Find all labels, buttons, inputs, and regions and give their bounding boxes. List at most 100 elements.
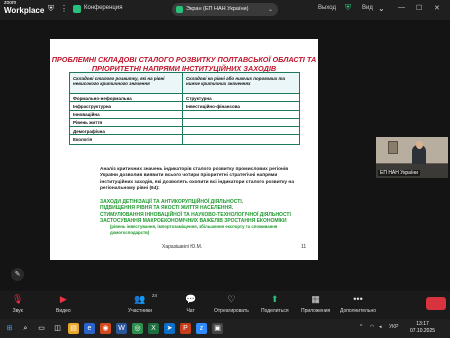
view-button[interactable]: Вид <box>362 5 373 11</box>
table-cell: Демографічна <box>70 127 183 135</box>
measure-note: (рівень інвестування, імпортозаміщення, … <box>110 224 278 236</box>
screen-share-indicator[interactable]: Экран (ЕП НАН України) ⌄ <box>172 3 278 16</box>
share-label: Экран (ЕП НАН України) <box>186 6 249 12</box>
table-cell: Екологія <box>70 135 183 144</box>
more-button[interactable]: ••• Дополнительно <box>340 293 376 314</box>
participants-label: Участники <box>128 308 152 314</box>
table-row: Формально-неформальна Структурна <box>70 94 299 103</box>
telegram-icon[interactable]: ➤ <box>164 323 175 334</box>
participant-video-tile[interactable]: ЕП НАН України <box>376 137 448 178</box>
clock[interactable]: 13:17 07.10.2025 <box>410 321 435 335</box>
share-screen-label: Поделиться <box>261 308 289 314</box>
conference-icon[interactable] <box>73 5 81 13</box>
edge-icon[interactable]: e <box>84 323 95 334</box>
react-label: Отреагировать <box>214 308 249 314</box>
zoom-logo: zoom Workplace <box>4 1 44 15</box>
table-header-cell: Складові сталого розвитку, які на рівні … <box>70 73 183 93</box>
chrome-icon[interactable]: ◎ <box>132 323 143 334</box>
participants-button[interactable]: 👥 24 Участники <box>128 293 157 314</box>
heart-icon: ♡ <box>227 294 236 304</box>
share-screen-button[interactable]: ⬆ Поделиться <box>261 293 289 314</box>
share-screen-icon: ⬆ <box>271 294 279 304</box>
table-cell: Інноваційна <box>70 110 183 118</box>
network-icon[interactable]: ◠ <box>370 324 374 330</box>
conference-menu[interactable]: Конференция <box>84 5 122 11</box>
app-icon[interactable]: ▣ <box>212 323 223 334</box>
windows-taskbar: ⊞ ⌕ ▭ ◫ ▤ e ◉ W ◎ X ➤ P z ▣ ^ ◠ ◂ УКР 13… <box>0 319 450 338</box>
mic-button[interactable]: 🎙 Звук <box>12 293 23 314</box>
shield-icon[interactable]: ⛨ <box>48 5 54 13</box>
volume-icon[interactable]: ◂ <box>379 324 382 330</box>
zoom-window: zoom Workplace ⛨ ⋮ Конференция Экран (ЕП… <box>0 0 450 338</box>
chat-button[interactable]: 💬 Чат <box>185 293 196 314</box>
windows-start-icon[interactable]: ⊞ <box>4 323 15 334</box>
chat-label: Чат <box>186 308 195 314</box>
mic-label: Звук <box>12 308 23 314</box>
table-row: Інфраструктурна Інвестиційно-фінансова <box>70 102 299 111</box>
share-icon <box>176 6 183 13</box>
more-icon: ••• <box>353 294 363 304</box>
wall-picture <box>388 141 398 154</box>
chat-icon: 💬 <box>185 294 197 304</box>
table-header: Складові сталого розвитку, які на рівні … <box>70 73 299 94</box>
zoom-taskbar-icon[interactable]: z <box>196 323 207 334</box>
grid-icon[interactable]: ⋮ <box>60 5 68 13</box>
logo-line2: Workplace <box>4 6 45 15</box>
apps-label: Приложения <box>301 308 331 314</box>
task-view-icon[interactable]: ▭ <box>36 323 47 334</box>
apps-icon: ▦ <box>311 294 320 304</box>
table-cell: Рівень життя <box>70 118 183 127</box>
clock-date: 07.10.2025 <box>410 328 436 334</box>
security-icon[interactable]: ⛨ <box>345 4 351 12</box>
reactions-icon[interactable]: ✎ <box>11 268 24 281</box>
analysis-text: Аналіз критичних значень індикаторів ста… <box>100 167 294 191</box>
maximize-icon[interactable]: ☐ <box>416 4 422 12</box>
components-table: Складові сталого розвитку, які на рівні … <box>69 72 300 145</box>
video-off-icon: ▶ <box>59 294 67 304</box>
table-row: Рівень життя <box>70 118 299 128</box>
table-row: Екологія <box>70 135 299 144</box>
exit-button[interactable]: Выход <box>318 5 336 11</box>
more-label: Дополнительно <box>340 308 376 314</box>
measure-item: СТИМУЛЮВАННЯ ІННОВАЦІЙНОЇ ТА НАУКОВО-ТЕХ… <box>100 211 291 218</box>
meeting-topbar: zoom Workplace ⛨ ⋮ Конференция Экран (ЕП… <box>0 0 450 20</box>
file-explorer-icon[interactable]: ▤ <box>68 323 79 334</box>
table-cell <box>183 135 299 143</box>
participants-count: 24 <box>152 293 158 298</box>
clock-time: 13:17 <box>416 321 429 327</box>
slide-author: Харазішвілі Ю.М. <box>162 244 203 250</box>
powerpoint-icon[interactable]: P <box>180 323 191 334</box>
apps-button[interactable]: ▦ Приложения <box>301 293 330 314</box>
table-cell: Формально-неформальна <box>70 94 183 102</box>
tray-chevron-icon[interactable]: ^ <box>360 324 362 330</box>
slide-title: ПРОБЛЕМНІ СКЛАДОВІ СТАЛОГО РОЗВИТКУ ПОЛТ… <box>51 55 317 73</box>
table-cell <box>183 111 299 118</box>
search-icon[interactable]: ⌕ <box>20 323 31 334</box>
meeting-controls: 🎙 Звук ▶ Видео 👥 24 Участники 💬 Чат ♡ От… <box>0 291 450 319</box>
language-indicator[interactable]: УКР <box>389 324 398 330</box>
priority-measures: ЗАХОДИ ДЕТІНІЗАЦІЇ ТА АНТИКОРУПЦІЙНОЇ ДІ… <box>100 199 308 237</box>
firefox-icon[interactable]: ◉ <box>100 323 111 334</box>
table-header-cell: Складові на рівні або нижчих порогових т… <box>186 76 285 86</box>
react-button[interactable]: ♡ Отреагировать <box>214 293 249 314</box>
close-icon[interactable]: ✕ <box>434 4 440 12</box>
chevron-down-icon: ⌄ <box>267 7 273 13</box>
end-meeting-button[interactable] <box>426 297 446 310</box>
participant-head <box>416 141 423 149</box>
chevron-down-icon[interactable]: ⌄ <box>378 5 385 13</box>
participants-icon: 👥 <box>134 294 146 304</box>
word-icon[interactable]: W <box>116 323 127 334</box>
video-button[interactable]: ▶ Видео <box>56 293 71 314</box>
minimize-icon[interactable]: — <box>398 4 405 11</box>
table-cell <box>183 127 299 134</box>
table-cell: Структурна <box>186 95 212 101</box>
table-cell: Інфраструктурна <box>70 102 183 110</box>
table-row: Демографічна <box>70 127 299 136</box>
slide-page-number: 11 <box>301 244 307 250</box>
video-label: Видео <box>56 308 71 314</box>
excel-icon[interactable]: X <box>148 323 159 334</box>
shared-screen-slide: ПРОБЛЕМНІ СКЛАДОВІ СТАЛОГО РОЗВИТКУ ПОЛТ… <box>50 39 318 260</box>
widgets-icon[interactable]: ◫ <box>52 323 63 334</box>
table-cell: Інвестиційно-фінансова <box>186 103 240 109</box>
mic-muted-icon: 🎙 <box>12 294 24 304</box>
